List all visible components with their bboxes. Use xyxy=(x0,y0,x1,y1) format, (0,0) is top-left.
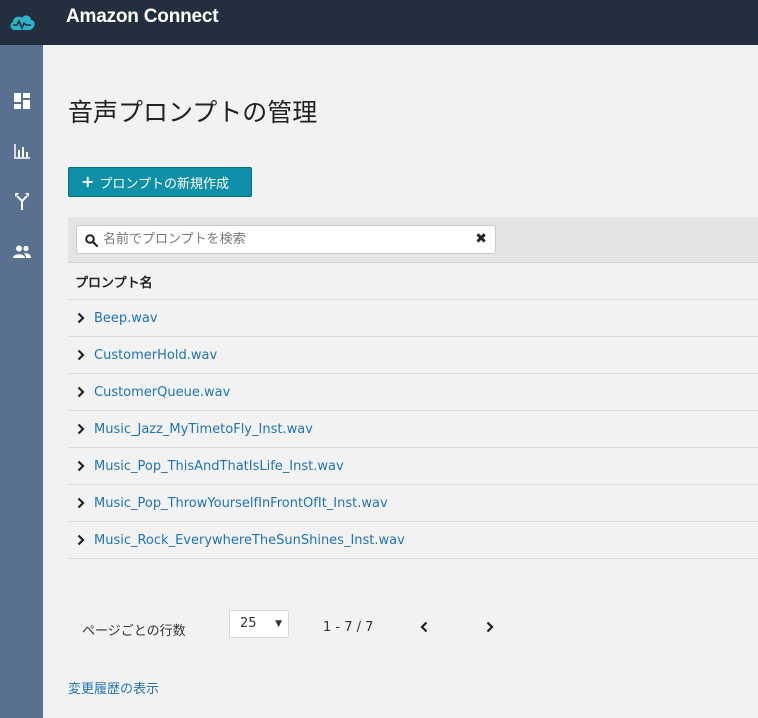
chevron-right-icon[interactable] xyxy=(77,460,87,472)
table-row[interactable]: CustomerQueue.wav xyxy=(68,374,758,411)
prompt-link[interactable]: Music_Pop_ThisAndThatIsLife_Inst.wav xyxy=(94,459,344,474)
side-navigation xyxy=(0,45,43,718)
column-header-prompt-name[interactable]: プロンプト名 xyxy=(68,263,758,300)
search-bar-area: ✖ xyxy=(68,217,758,263)
pagination: ページごとの行数 25 ▼ 1 - 7 / 7 xyxy=(68,607,758,647)
create-prompt-button-label: プロンプトの新規作成 xyxy=(99,176,230,192)
chevron-right-icon[interactable] xyxy=(77,386,87,398)
table-row[interactable]: CustomerHold.wav xyxy=(68,337,758,374)
create-prompt-button[interactable]: + プロンプトの新規作成 xyxy=(68,167,252,197)
rows-per-page-value: 25 xyxy=(240,616,257,631)
caret-down-icon: ▼ xyxy=(275,619,282,629)
plus-icon: + xyxy=(81,172,95,191)
next-page-button[interactable] xyxy=(482,617,498,637)
prompt-link[interactable]: Music_Pop_ThrowYourselfInFrontOfIt_Inst.… xyxy=(94,496,388,511)
main-content: 音声プロンプトの管理 + プロンプトの新規作成 ✖ プロンプト名 Beep.wa… xyxy=(43,45,758,718)
table-row[interactable]: Music_Pop_ThrowYourselfInFrontOfIt_Inst.… xyxy=(68,485,758,522)
users-icon[interactable] xyxy=(0,236,43,266)
search-box: ✖ xyxy=(76,225,496,254)
amazon-connect-cloud-icon[interactable] xyxy=(0,0,43,45)
search-input[interactable] xyxy=(103,229,463,250)
chevron-right-icon[interactable] xyxy=(77,312,87,324)
chevron-left-icon xyxy=(420,621,428,633)
chevron-right-icon[interactable] xyxy=(77,349,87,361)
rows-per-page-label: ページごとの行数 xyxy=(82,624,186,639)
table-row[interactable]: Music_Jazz_MyTimetoFly_Inst.wav xyxy=(68,411,758,448)
dashboard-icon[interactable] xyxy=(0,86,43,116)
prompt-list: Beep.wav CustomerHold.wav CustomerQueue.… xyxy=(68,300,758,559)
view-change-history-link[interactable]: 変更履歴の表示 xyxy=(68,678,159,697)
prompt-link[interactable]: Beep.wav xyxy=(94,311,158,326)
chevron-right-icon xyxy=(486,621,494,633)
chevron-right-icon[interactable] xyxy=(77,534,87,546)
metrics-chart-icon[interactable] xyxy=(0,136,43,166)
table-row[interactable]: Music_Rock_EverywhereTheSunShines_Inst.w… xyxy=(68,522,758,559)
app-title: Amazon Connect xyxy=(66,6,219,27)
prompt-link[interactable]: Music_Rock_EverywhereTheSunShines_Inst.w… xyxy=(94,533,405,548)
previous-page-button[interactable] xyxy=(416,617,432,637)
table-row[interactable]: Beep.wav xyxy=(68,300,758,337)
top-header: Amazon Connect xyxy=(0,0,758,45)
chevron-right-icon[interactable] xyxy=(77,423,87,435)
rows-per-page-select[interactable]: 25 ▼ xyxy=(229,610,289,638)
page-title: 音声プロンプトの管理 xyxy=(68,98,318,127)
routing-icon[interactable] xyxy=(0,186,43,216)
prompt-link[interactable]: CustomerQueue.wav xyxy=(94,385,230,400)
chevron-right-icon[interactable] xyxy=(77,497,87,509)
prompt-link[interactable]: CustomerHold.wav xyxy=(94,348,217,363)
page-range: 1 - 7 / 7 xyxy=(323,620,374,635)
prompt-link[interactable]: Music_Jazz_MyTimetoFly_Inst.wav xyxy=(94,422,313,437)
search-icon xyxy=(85,232,99,251)
table-row[interactable]: Music_Pop_ThisAndThatIsLife_Inst.wav xyxy=(68,448,758,485)
clear-search-icon[interactable]: ✖ xyxy=(475,231,487,247)
